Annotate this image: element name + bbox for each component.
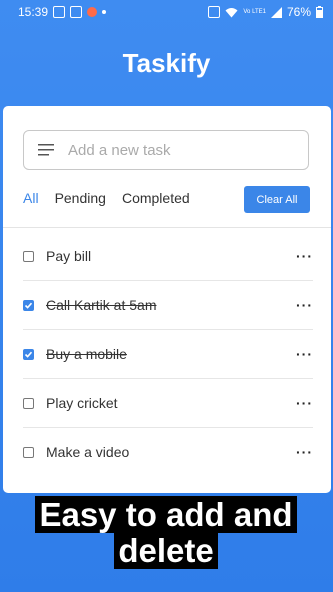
more-options-icon[interactable]: ··· xyxy=(296,297,313,313)
signal-icon xyxy=(270,6,282,18)
menu-icon xyxy=(38,144,54,156)
task-checkbox[interactable] xyxy=(23,299,34,311)
bank-icon xyxy=(70,6,83,18)
task-checkbox[interactable] xyxy=(23,446,34,458)
status-right: Vo LTE1 76% xyxy=(208,5,323,19)
task-item: Play cricket ··· xyxy=(23,379,313,428)
status-time: 15:39 xyxy=(18,5,49,19)
task-card: All Pending Completed Clear All Pay bill… xyxy=(3,106,331,493)
filter-completed[interactable]: Completed xyxy=(122,190,190,206)
caption-line-1: Easy to add and xyxy=(35,496,297,533)
alarm-icon xyxy=(208,6,221,18)
task-item: Buy a mobile ··· xyxy=(23,330,313,379)
more-notifications-icon xyxy=(102,10,107,14)
network-type: Vo LTE1 xyxy=(243,9,266,15)
battery-level: 76% xyxy=(286,5,311,19)
task-label: Play cricket xyxy=(46,395,118,411)
filter-pending[interactable]: Pending xyxy=(55,190,106,206)
battery-icon xyxy=(316,6,323,18)
task-checkbox[interactable] xyxy=(23,250,34,262)
more-options-icon[interactable]: ··· xyxy=(296,444,313,460)
app-title: Taskify xyxy=(122,48,211,78)
task-item: Call Kartik at 5am ··· xyxy=(23,281,313,330)
task-label: Pay bill xyxy=(46,248,92,264)
wifi-icon xyxy=(225,7,238,17)
filter-tabs: All Pending Completed xyxy=(23,190,190,206)
more-options-icon[interactable]: ··· xyxy=(296,248,313,264)
add-task-field[interactable] xyxy=(23,130,309,170)
task-label: Make a video xyxy=(46,444,130,460)
more-options-icon[interactable]: ··· xyxy=(296,346,313,362)
status-left: 15:39 xyxy=(18,5,107,19)
more-options-icon[interactable]: ··· xyxy=(296,395,313,411)
status-bar: 15:39 Vo LTE1 76% xyxy=(0,0,333,26)
task-label: Buy a mobile xyxy=(46,346,127,362)
photos-icon xyxy=(53,6,66,18)
filter-all[interactable]: All xyxy=(23,190,39,206)
task-item: Make a video ··· xyxy=(23,428,313,476)
task-label: Call Kartik at 5am xyxy=(46,297,157,313)
task-checkbox[interactable] xyxy=(23,397,34,409)
task-list: Pay bill ··· Call Kartik at 5am ··· Buy … xyxy=(23,232,313,476)
notification-app-icon xyxy=(87,7,98,17)
clear-all-button[interactable]: Clear All xyxy=(244,186,310,213)
task-checkbox[interactable] xyxy=(23,348,34,360)
checkmark-icon xyxy=(24,302,33,309)
caption-line-2: delete xyxy=(114,532,218,569)
divider xyxy=(3,227,331,228)
promo-caption: Easy to add and delete xyxy=(20,496,312,569)
add-task-input[interactable] xyxy=(66,140,290,160)
task-item: Pay bill ··· xyxy=(23,232,313,281)
checkmark-icon xyxy=(24,351,33,358)
